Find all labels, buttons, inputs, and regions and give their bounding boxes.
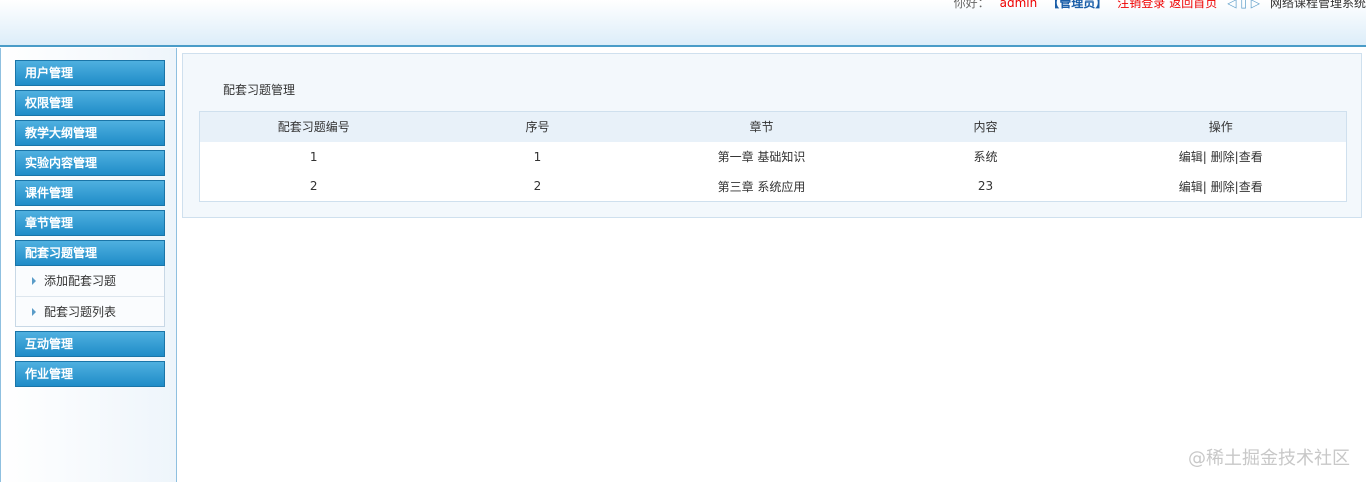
triangle-right-icon: [32, 277, 36, 285]
nav-arrows-icon[interactable]: ◁ ▯ ▷: [1227, 0, 1260, 10]
sidebar-group[interactable]: 教学大纲管理: [15, 120, 165, 146]
sidebar-item[interactable]: 配套习题列表: [16, 296, 164, 326]
cell-content: 系统: [973, 150, 998, 164]
sidebar-submenu: 添加配套习题 配套习题列表: [15, 266, 165, 327]
table-row: 2 2 第三章 系统应用 23 编辑| 删除|查看: [200, 172, 1347, 202]
view-link[interactable]: 查看: [1239, 180, 1263, 194]
cell-id: 2: [309, 179, 318, 194]
col-header: 配套习题编号: [199, 111, 428, 142]
cell-chapter: 第三章 系统应用: [717, 179, 806, 194]
watermark: @稀土掘金技术社区: [1188, 448, 1350, 469]
sidebar-group[interactable]: 互动管理: [15, 331, 165, 357]
sidebar-group[interactable]: 权限管理: [15, 90, 165, 116]
cell-content: 23: [977, 179, 994, 194]
sidebar-item-label: 添加配套习题: [44, 274, 117, 288]
view-link[interactable]: 查看: [1239, 150, 1263, 164]
user-role: 【管理员】: [1047, 0, 1108, 10]
content-panel: 配套习题管理 配套习题编号 序号 章节 内容 操作 1 1 第一章 基础知识 系统 编辑…: [182, 53, 1362, 218]
delete-link[interactable]: 删除: [1211, 180, 1235, 194]
delete-link[interactable]: 删除: [1211, 150, 1235, 164]
greeting: 你好：: [953, 0, 990, 10]
col-header: 序号: [427, 111, 648, 142]
username: admin: [999, 0, 1038, 10]
page-title: 配套习题管理: [223, 83, 296, 97]
cell-actions: 编辑| 删除|查看: [1178, 179, 1263, 194]
system-name: 网络课程管理系统: [1269, 0, 1366, 10]
cell-seq: 1: [533, 149, 542, 164]
user-info-bar: 你好： admin 【管理员】 注销登录 返回首页 ◁ ▯ ▷ 网络课程管理系统: [954, 0, 1366, 11]
sidebar-menu: 用户管理 权限管理 教学大纲管理 实验内容管理 课件管理 章节管理 配套习题管理 添加配套习题…: [15, 60, 165, 391]
col-header: 内容: [875, 111, 1096, 142]
table-row: 1 1 第一章 基础知识 系统 编辑| 删除|查看: [200, 142, 1347, 172]
sidebar: 用户管理 权限管理 教学大纲管理 实验内容管理 课件管理 章节管理 配套习题管理 添加配套习题…: [0, 48, 177, 482]
sidebar-group[interactable]: 章节管理: [15, 210, 165, 236]
sidebar-group[interactable]: 作业管理: [15, 361, 165, 387]
home-link[interactable]: 返回首页: [1169, 0, 1217, 11]
triangle-right-icon: [32, 308, 36, 316]
cell-chapter: 第一章 基础知识: [717, 150, 806, 164]
cell-actions: 编辑| 删除|查看: [1178, 150, 1263, 164]
edit-link[interactable]: 编辑: [1179, 180, 1203, 194]
cell-seq: 2: [533, 179, 542, 194]
logout-link[interactable]: 注销登录: [1117, 0, 1165, 11]
sidebar-group[interactable]: 课件管理: [15, 180, 165, 206]
sidebar-group[interactable]: 实验内容管理: [15, 150, 165, 176]
sidebar-group[interactable]: 配套习题管理: [15, 240, 165, 266]
col-header: 章节: [647, 111, 876, 142]
top-header: 你好： admin 【管理员】 注销登录 返回首页 ◁ ▯ ▷ 网络课程管理系统: [0, 0, 1366, 47]
col-header: 操作: [1095, 111, 1347, 142]
sidebar-item[interactable]: 添加配套习题: [16, 266, 164, 296]
sidebar-group[interactable]: 用户管理: [15, 60, 165, 86]
sidebar-item-label: 配套习题列表: [44, 305, 117, 319]
edit-link[interactable]: 编辑: [1179, 150, 1203, 164]
cell-id: 1: [309, 149, 318, 164]
exercise-table: 配套习题编号 序号 章节 内容 操作 1 1 第一章 基础知识 系统 编辑| 删除|查看…: [199, 111, 1347, 202]
